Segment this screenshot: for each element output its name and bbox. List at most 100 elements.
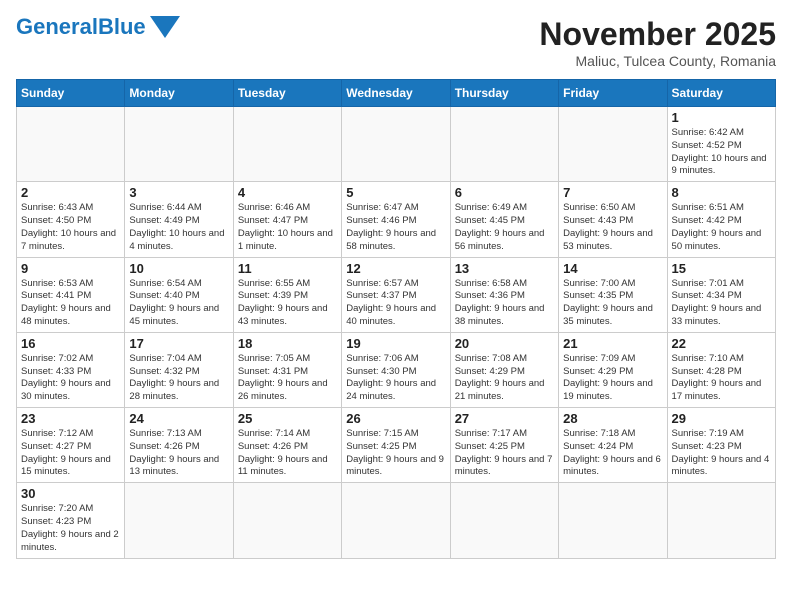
calendar-week-row: 30 Sunrise: 7:20 AM Sunset: 4:23 PM Dayli…	[17, 483, 776, 558]
day-info: Sunrise: 7:02 AM Sunset: 4:33 PM Dayligh…	[21, 353, 120, 404]
day-number: 26	[346, 411, 445, 426]
day-info: Sunrise: 7:15 AM Sunset: 4:25 PM Dayligh…	[346, 428, 445, 479]
logo-blue: Blue	[98, 14, 146, 39]
day-number: 28	[563, 411, 662, 426]
day-number: 2	[21, 185, 120, 200]
day-info: Sunrise: 6:47 AM Sunset: 4:46 PM Dayligh…	[346, 202, 445, 253]
day-of-week-header: Friday	[559, 80, 667, 107]
day-info: Sunrise: 6:44 AM Sunset: 4:49 PM Dayligh…	[129, 202, 228, 253]
day-number: 10	[129, 261, 228, 276]
day-info: Sunrise: 6:49 AM Sunset: 4:45 PM Dayligh…	[455, 202, 554, 253]
calendar-day-cell: 27Sunrise: 7:17 AM Sunset: 4:25 PM Dayli…	[450, 408, 558, 483]
month-title: November 2025	[539, 16, 776, 53]
calendar-week-row: 16 Sunrise: 7:02 AM Sunset: 4:33 PM Dayli…	[17, 332, 776, 407]
calendar-day-cell	[125, 107, 233, 182]
day-info: Sunrise: 6:55 AM Sunset: 4:39 PM Dayligh…	[238, 278, 337, 329]
day-number: 1	[672, 110, 771, 125]
day-number: 8	[672, 185, 771, 200]
day-number: 21	[563, 336, 662, 351]
day-number: 23	[21, 411, 120, 426]
day-info: Sunrise: 6:53 AM Sunset: 4:41 PM Dayligh…	[21, 278, 120, 329]
calendar-week-row: 2Sunrise: 6:43 AM Sunset: 4:50 PM Daylig…	[17, 182, 776, 257]
calendar-day-cell: 18Sunrise: 7:05 AM Sunset: 4:31 PM Dayli…	[233, 332, 341, 407]
day-number: 3	[129, 185, 228, 200]
calendar-day-cell: 1 Sunrise: 6:42 AM Sunset: 4:52 PM Daylig…	[667, 107, 775, 182]
calendar-day-cell: 15 Sunrise: 7:01 AM Sunset: 4:34 PM Dayli…	[667, 257, 775, 332]
day-of-week-header: Thursday	[450, 80, 558, 107]
calendar-day-cell: 9 Sunrise: 6:53 AM Sunset: 4:41 PM Daylig…	[17, 257, 125, 332]
day-info: Sunrise: 7:13 AM Sunset: 4:26 PM Dayligh…	[129, 428, 228, 479]
calendar-day-cell	[450, 483, 558, 558]
calendar-day-cell	[342, 483, 450, 558]
day-number: 16	[21, 336, 120, 351]
day-info: Sunrise: 7:06 AM Sunset: 4:30 PM Dayligh…	[346, 353, 445, 404]
calendar-day-cell	[559, 483, 667, 558]
day-of-week-header: Tuesday	[233, 80, 341, 107]
logo-text: GeneralBlue	[16, 16, 146, 38]
calendar-day-cell: 8 Sunrise: 6:51 AM Sunset: 4:42 PM Daylig…	[667, 182, 775, 257]
calendar-week-row: 9 Sunrise: 6:53 AM Sunset: 4:41 PM Daylig…	[17, 257, 776, 332]
location-subtitle: Maliuc, Tulcea County, Romania	[539, 53, 776, 69]
day-number: 13	[455, 261, 554, 276]
day-number: 11	[238, 261, 337, 276]
day-number: 12	[346, 261, 445, 276]
day-number: 15	[672, 261, 771, 276]
day-info: Sunrise: 6:50 AM Sunset: 4:43 PM Dayligh…	[563, 202, 662, 253]
calendar-day-cell: 4 Sunrise: 6:46 AM Sunset: 4:47 PM Daylig…	[233, 182, 341, 257]
calendar-day-cell	[125, 483, 233, 558]
calendar-day-cell: 26 Sunrise: 7:15 AM Sunset: 4:25 PM Dayli…	[342, 408, 450, 483]
day-info: Sunrise: 6:51 AM Sunset: 4:42 PM Dayligh…	[672, 202, 771, 253]
page-header: GeneralBlue November 2025 Maliuc, Tulcea…	[16, 16, 776, 69]
calendar-day-cell: 28Sunrise: 7:18 AM Sunset: 4:24 PM Dayli…	[559, 408, 667, 483]
day-info: Sunrise: 6:46 AM Sunset: 4:47 PM Dayligh…	[238, 202, 337, 253]
calendar-day-cell: 22Sunrise: 7:10 AM Sunset: 4:28 PM Dayli…	[667, 332, 775, 407]
day-info: Sunrise: 7:09 AM Sunset: 4:29 PM Dayligh…	[563, 353, 662, 404]
calendar-day-cell	[667, 483, 775, 558]
calendar-day-cell: 14Sunrise: 7:00 AM Sunset: 4:35 PM Dayli…	[559, 257, 667, 332]
day-number: 7	[563, 185, 662, 200]
calendar-day-cell: 2Sunrise: 6:43 AM Sunset: 4:50 PM Daylig…	[17, 182, 125, 257]
calendar-day-cell	[233, 107, 341, 182]
calendar-day-cell: 16 Sunrise: 7:02 AM Sunset: 4:33 PM Dayli…	[17, 332, 125, 407]
day-of-week-header: Saturday	[667, 80, 775, 107]
calendar-header-row: SundayMondayTuesdayWednesdayThursdayFrid…	[17, 80, 776, 107]
logo-icon	[150, 16, 180, 38]
calendar-day-cell: 21 Sunrise: 7:09 AM Sunset: 4:29 PM Dayli…	[559, 332, 667, 407]
day-number: 27	[455, 411, 554, 426]
day-info: Sunrise: 6:54 AM Sunset: 4:40 PM Dayligh…	[129, 278, 228, 329]
logo-general: General	[16, 14, 98, 39]
calendar-day-cell: 17Sunrise: 7:04 AM Sunset: 4:32 PM Dayli…	[125, 332, 233, 407]
day-number: 19	[346, 336, 445, 351]
logo: GeneralBlue	[16, 16, 180, 38]
day-number: 24	[129, 411, 228, 426]
day-of-week-header: Wednesday	[342, 80, 450, 107]
calendar-table: SundayMondayTuesdayWednesdayThursdayFrid…	[16, 79, 776, 559]
day-info: Sunrise: 7:01 AM Sunset: 4:34 PM Dayligh…	[672, 278, 771, 329]
calendar-day-cell: 3 Sunrise: 6:44 AM Sunset: 4:49 PM Daylig…	[125, 182, 233, 257]
calendar-day-cell: 25Sunrise: 7:14 AM Sunset: 4:26 PM Dayli…	[233, 408, 341, 483]
calendar-day-cell: 6 Sunrise: 6:49 AM Sunset: 4:45 PM Daylig…	[450, 182, 558, 257]
calendar-day-cell: 30 Sunrise: 7:20 AM Sunset: 4:23 PM Dayli…	[17, 483, 125, 558]
day-number: 30	[21, 486, 120, 501]
day-number: 9	[21, 261, 120, 276]
calendar-week-row: 1 Sunrise: 6:42 AM Sunset: 4:52 PM Daylig…	[17, 107, 776, 182]
day-info: Sunrise: 7:19 AM Sunset: 4:23 PM Dayligh…	[672, 428, 771, 479]
calendar-day-cell: 10 Sunrise: 6:54 AM Sunset: 4:40 PM Dayli…	[125, 257, 233, 332]
day-number: 4	[238, 185, 337, 200]
calendar-day-cell	[233, 483, 341, 558]
day-of-week-header: Sunday	[17, 80, 125, 107]
day-number: 5	[346, 185, 445, 200]
day-info: Sunrise: 7:20 AM Sunset: 4:23 PM Dayligh…	[21, 503, 120, 554]
day-info: Sunrise: 6:42 AM Sunset: 4:52 PM Dayligh…	[672, 127, 771, 178]
day-info: Sunrise: 7:05 AM Sunset: 4:31 PM Dayligh…	[238, 353, 337, 404]
day-number: 6	[455, 185, 554, 200]
day-number: 14	[563, 261, 662, 276]
calendar-day-cell: 5 Sunrise: 6:47 AM Sunset: 4:46 PM Daylig…	[342, 182, 450, 257]
day-info: Sunrise: 7:08 AM Sunset: 4:29 PM Dayligh…	[455, 353, 554, 404]
calendar-day-cell: 23Sunrise: 7:12 AM Sunset: 4:27 PM Dayli…	[17, 408, 125, 483]
calendar-day-cell: 24 Sunrise: 7:13 AM Sunset: 4:26 PM Dayli…	[125, 408, 233, 483]
calendar-day-cell: 7 Sunrise: 6:50 AM Sunset: 4:43 PM Daylig…	[559, 182, 667, 257]
title-block: November 2025 Maliuc, Tulcea County, Rom…	[539, 16, 776, 69]
day-info: Sunrise: 7:14 AM Sunset: 4:26 PM Dayligh…	[238, 428, 337, 479]
calendar-day-cell: 20Sunrise: 7:08 AM Sunset: 4:29 PM Dayli…	[450, 332, 558, 407]
